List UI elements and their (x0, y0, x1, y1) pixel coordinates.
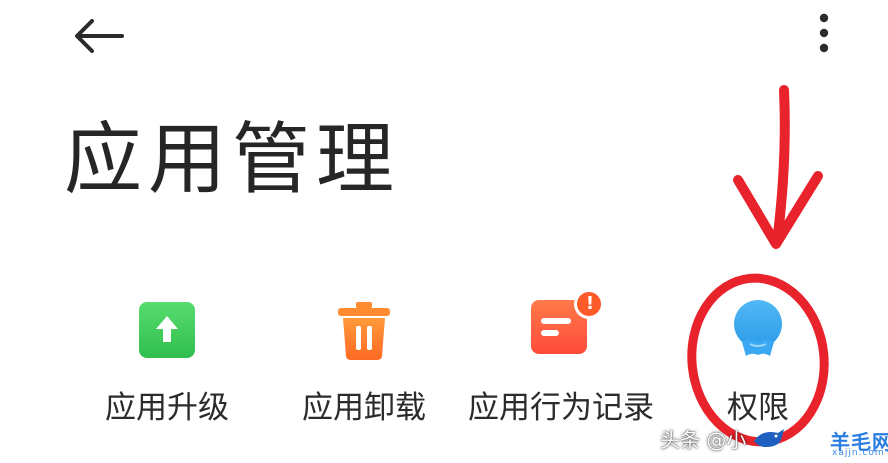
back-button[interactable] (66, 12, 130, 60)
more-options-button[interactable] (800, 8, 848, 58)
watermark-source: 头条 @小 (660, 427, 747, 452)
tile-app-uninstall[interactable]: 应用卸载 (264, 280, 464, 450)
shark-logo-icon (754, 429, 785, 447)
watermark: 头条 @小 羊毛网 xajjn.com (660, 420, 888, 459)
upgrade-arrow-up-icon (135, 298, 199, 362)
trash-bin-icon (332, 298, 396, 362)
tile-app-behavior-log[interactable]: ! 应用行为记录 (461, 280, 661, 450)
behavior-log-icon: ! (529, 289, 604, 362)
vertical-dots-icon (819, 13, 829, 53)
tile-badge: ! (585, 293, 595, 314)
arrow-left-icon (75, 19, 124, 53)
tile-app-upgrade[interactable]: 应用升级 (67, 280, 267, 450)
annotation-arrow-icon (733, 85, 823, 249)
watermark-url: xajjn.com (832, 448, 885, 458)
page-title: 应用管理 (64, 115, 401, 205)
